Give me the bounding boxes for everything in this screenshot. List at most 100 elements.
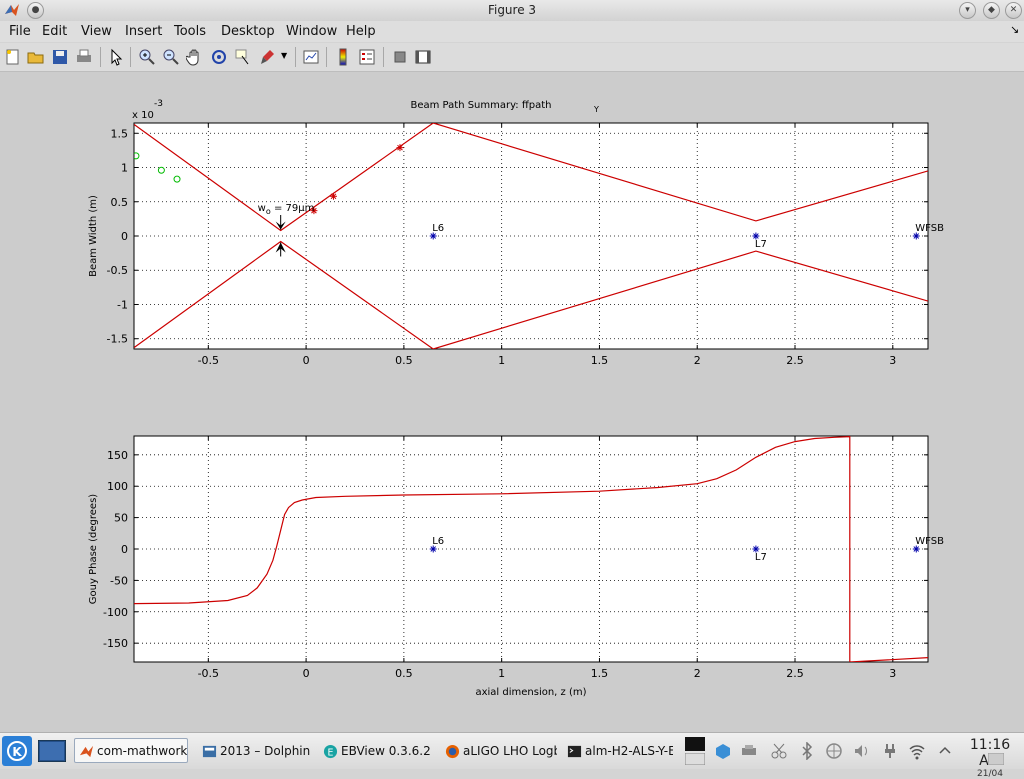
x-tick-label: -0.5 [198, 354, 219, 367]
dolphin-app-icon [202, 745, 217, 758]
task-firefox[interactable]: aLIGO LHO Logb [440, 738, 558, 763]
menu-help[interactable]: Help [346, 24, 376, 39]
y-tick-label: 1 [121, 162, 128, 175]
x-tick-label: 3 [889, 667, 896, 680]
y-tick-label: -1.5 [107, 333, 128, 346]
x-tick-label: 1.5 [591, 667, 609, 680]
x-tick-label: 0 [303, 354, 310, 367]
network-manager-icon[interactable] [825, 742, 843, 760]
task-ebview[interactable]: E EBView 0.3.6.2 [318, 738, 436, 763]
pointer-icon[interactable] [107, 48, 125, 66]
beam-width-plot[interactable]: -0.5 0 0.5 1 1.5 2 2.5 3 -1.5 -1 -0.5 0 0.5 1 1.5 Beam … [0, 72, 1024, 372]
display-icon[interactable] [685, 737, 705, 751]
x-tick-label: 1 [498, 354, 505, 367]
y-axis-label: Beam Width (m) [88, 195, 99, 277]
zoom-in-icon[interactable] [138, 48, 156, 66]
display-secondary-icon[interactable] [685, 753, 705, 765]
component-label: L7 [755, 239, 767, 250]
colorbar-icon[interactable] [334, 48, 352, 66]
component-label: L6 [432, 223, 444, 234]
y-tick-label: 0 [121, 230, 128, 243]
chevron-down-icon[interactable]: ▼ [281, 51, 287, 60]
data-cursor-icon[interactable] [234, 48, 252, 66]
gouy-phase-plot[interactable]: -0.5 0 0.5 1 1.5 2 2.5 3 -150 -100 -50 0 50 100 150 Gou… [0, 402, 1024, 732]
title-bar: ● Figure 3 ▾ ◆ ✕ [0, 0, 1024, 22]
terminal-app-icon [567, 745, 582, 758]
menu-file[interactable]: File [9, 24, 31, 39]
taskbar: K com-mathworks 2013 – Dolphin E EBView … [0, 732, 1024, 779]
y-tick-label: 1.5 [111, 127, 129, 140]
link-plot-icon[interactable] [302, 48, 320, 66]
package-updater-icon[interactable] [714, 742, 732, 760]
x-tick-label: 1.5 [591, 354, 609, 367]
rotate-icon[interactable] [210, 48, 228, 66]
pan-icon[interactable] [186, 48, 204, 66]
menu-bar: File Edit View Insert Tools Desktop Wind… [0, 21, 1024, 42]
matlab-app-icon [79, 745, 94, 758]
menu-tools[interactable]: Tools [174, 24, 206, 39]
zoom-out-icon[interactable] [162, 48, 180, 66]
x-tick-label: 0.5 [395, 354, 413, 367]
maximize-button[interactable]: ◆ [983, 2, 1000, 19]
task-matlab[interactable]: com-mathworks [74, 738, 188, 763]
x-tick-label: 2.5 [786, 667, 804, 680]
y-tick-label: -50 [110, 574, 128, 587]
window-title: Figure 3 [487, 3, 537, 17]
exponent-label: x 10 [132, 110, 154, 121]
hide-plot-tools-icon[interactable] [391, 48, 409, 66]
x-tick-label: 2 [694, 667, 701, 680]
x-tick-label: 0.5 [395, 667, 413, 680]
component-label: WFSB [915, 536, 944, 547]
menu-window[interactable]: Window [286, 24, 337, 39]
menu-insert[interactable]: Insert [125, 24, 162, 39]
legend-icon[interactable] [358, 48, 376, 66]
y-tick-label: -0.5 [107, 264, 128, 277]
x-tick-label: 2 [694, 354, 701, 367]
show-plot-tools-icon[interactable] [414, 48, 432, 66]
wifi-icon[interactable] [908, 742, 926, 760]
y-axis-label: Gouy Phase (degrees) [88, 494, 99, 604]
figure-canvas: -0.5 0 0.5 1 1.5 2 2.5 3 -1.5 -1 -0.5 0 0.5 1 1.5 Beam … [0, 72, 1024, 732]
svg-text:E: E [328, 747, 334, 758]
task-label: EBView 0.3.6.2 [341, 744, 431, 758]
open-file-icon[interactable] [27, 48, 45, 66]
component-label: L6 [432, 536, 444, 547]
desktop-pager-icon[interactable] [38, 740, 66, 762]
battery-power-icon[interactable] [881, 742, 899, 760]
dock-arrow-icon[interactable]: ↘ [1010, 23, 1019, 36]
task-terminal[interactable]: alm-H2-ALS-Y-En [562, 738, 674, 763]
component-label: L7 [755, 552, 767, 563]
figure-toolbar: ▼ [0, 43, 1024, 72]
brush-icon[interactable] [258, 48, 276, 66]
tray-widget-icon[interactable] [988, 753, 1004, 765]
clipboard-scissors-icon[interactable] [770, 742, 788, 760]
minimize-button[interactable]: ▾ [959, 2, 976, 19]
x-axis-label: axial dimension, z (m) [475, 687, 586, 698]
y-tick-label: 0.5 [111, 196, 129, 209]
y-tick-label: 150 [107, 449, 128, 462]
new-figure-icon[interactable] [4, 48, 22, 66]
volume-icon[interactable] [853, 742, 871, 760]
y-tick-label: -1 [117, 298, 128, 311]
close-button[interactable]: ✕ [1005, 2, 1022, 19]
menu-edit[interactable]: Edit [42, 24, 67, 39]
y-tick-label: -100 [103, 606, 128, 619]
y-tick-label: 0 [121, 543, 128, 556]
task-dolphin[interactable]: 2013 – Dolphin [197, 738, 311, 763]
task-label: aLIGO LHO Logb [463, 744, 558, 758]
x-tick-label: -0.5 [198, 667, 219, 680]
menu-view[interactable]: View [81, 24, 112, 39]
x-tick-label: 2.5 [786, 354, 804, 367]
kde-menu-icon[interactable]: K [2, 736, 32, 766]
removable-devices-icon[interactable] [740, 742, 758, 760]
menu-desktop[interactable]: Desktop [221, 24, 275, 39]
save-icon[interactable] [51, 48, 69, 66]
chart-title: Beam Path Summary: ffpath [411, 100, 552, 111]
x-tick-label: 3 [889, 354, 896, 367]
x-tick-label: 1 [498, 667, 505, 680]
clock-date: 21/04 [977, 769, 1003, 779]
print-icon[interactable] [75, 48, 93, 66]
bluetooth-icon[interactable] [798, 742, 816, 760]
task-label: alm-H2-ALS-Y-En [585, 744, 674, 758]
expand-tray-icon[interactable] [936, 742, 954, 760]
